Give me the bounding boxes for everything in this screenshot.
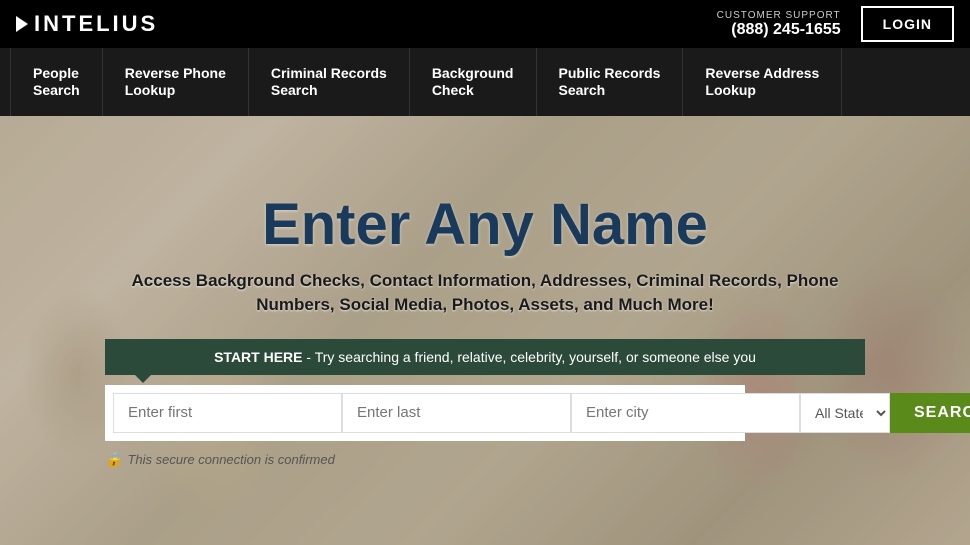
logo-text: INTELIUS	[34, 11, 158, 37]
search-button[interactable]: SEARCH	[890, 393, 970, 433]
state-select[interactable]: All StatesALAKAZARCACOCTDEFLGAHIIDILINIA…	[800, 393, 890, 433]
nav-bar: PeopleSearch Reverse PhoneLookup Crimina…	[0, 48, 970, 116]
customer-support-phone[interactable]: (888) 245-1655	[717, 21, 841, 39]
customer-support: CUSTOMER SUPPORT (888) 245-1655	[717, 10, 841, 39]
last-name-input[interactable]	[342, 393, 571, 433]
nav-item-reverse-phone-lookup[interactable]: Reverse PhoneLookup	[103, 48, 249, 116]
login-button[interactable]: LOGIN	[861, 6, 954, 42]
first-name-input[interactable]	[113, 393, 342, 433]
top-right: CUSTOMER SUPPORT (888) 245-1655 LOGIN	[717, 6, 954, 42]
start-here-banner: START HERE - Try searching a friend, rel…	[105, 339, 865, 375]
lock-icon: 🔒	[105, 451, 122, 468]
secure-text: This secure connection is confirmed	[127, 452, 334, 467]
nav-item-public-records-search[interactable]: Public RecordsSearch	[537, 48, 684, 116]
hero-section: Enter Any Name Access Background Checks,…	[0, 116, 970, 545]
hero-subtitle: Access Background Checks, Contact Inform…	[105, 269, 865, 317]
nav-item-reverse-address-lookup[interactable]: Reverse AddressLookup	[683, 48, 842, 116]
customer-support-label: CUSTOMER SUPPORT	[717, 10, 841, 21]
nav-item-background-check[interactable]: BackgroundCheck	[410, 48, 537, 116]
search-form: All StatesALAKAZARCACOCTDEFLGAHIIDILINIA…	[105, 385, 745, 441]
nav-item-people-search[interactable]: PeopleSearch	[10, 48, 103, 116]
hero-title: Enter Any Name	[105, 193, 865, 257]
hero-content: Enter Any Name Access Background Checks,…	[85, 193, 885, 467]
secure-connection-line: 🔒 This secure connection is confirmed	[105, 451, 865, 468]
nav-item-criminal-records-search[interactable]: Criminal RecordsSearch	[249, 48, 410, 116]
start-here-label: START HERE	[214, 349, 302, 365]
top-bar: INTELIUS CUSTOMER SUPPORT (888) 245-1655…	[0, 0, 970, 48]
start-here-desc: - Try searching a friend, relative, cele…	[303, 349, 756, 365]
logo[interactable]: INTELIUS	[16, 11, 158, 37]
city-input[interactable]	[571, 393, 800, 433]
logo-arrow-icon	[16, 16, 28, 32]
